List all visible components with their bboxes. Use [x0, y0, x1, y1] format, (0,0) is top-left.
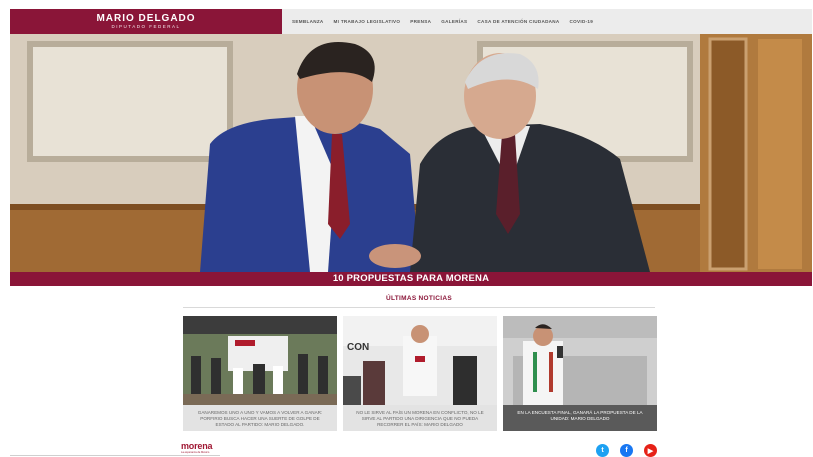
news-card-caption[interactable]: NO LE SIRVE AL PAÍS UN MORENA EN CONFLIC… — [343, 405, 497, 431]
top-navbar: MARIO DELGADO DIPUTADO FEDERAL SEMBLANZA… — [10, 9, 812, 34]
nav-item-prensa[interactable]: PRENSA — [410, 19, 431, 24]
news-card-caption[interactable]: EN LA ENCUESTA FINAL, GANARÁ LA PROPUEST… — [503, 405, 657, 431]
nav-item-casa-atencion[interactable]: CASA DE ATENCIÓN CIUDADANA — [477, 19, 559, 24]
news-card-image[interactable] — [183, 316, 337, 405]
news-card-caption[interactable]: GANAREMOS UNO A UNO Y VAMOS A VOLVER A G… — [183, 405, 337, 431]
svg-text:CON: CON — [347, 342, 369, 353]
hero-banner[interactable]: 10 PROPUESTAS PARA MORENA — [10, 272, 812, 286]
news-card-image[interactable]: CON — [343, 316, 497, 405]
nav-item-trabajo-legislativo[interactable]: MI TRABAJO LEGISLATIVO — [334, 19, 401, 24]
twitter-glyph: t — [601, 447, 604, 454]
news-card-image[interactable] — [503, 316, 657, 405]
news-card[interactable]: GANAREMOS UNO A UNO Y VAMOS A VOLVER A G… — [183, 316, 337, 431]
news-divider — [183, 307, 655, 308]
main-nav: SEMBLANZA MI TRABAJO LEGISLATIVO PRENSA … — [292, 9, 593, 34]
morena-logo[interactable]: morena — [181, 441, 213, 451]
youtube-icon[interactable]: ▶ — [644, 444, 657, 457]
hero-image[interactable] — [10, 34, 812, 272]
morena-logo-subtext: La esperanza de México — [181, 451, 210, 454]
brand-subtitle: DIPUTADO FEDERAL — [111, 24, 181, 29]
facebook-glyph: f — [625, 447, 628, 454]
twitter-icon[interactable]: t — [596, 444, 609, 457]
news-card[interactable]: CON NO LE SIRVE AL PAÍS UN MORENA EN CON… — [343, 316, 497, 431]
site-logo[interactable]: MARIO DELGADO DIPUTADO FEDERAL — [10, 9, 282, 34]
news-card[interactable]: EN LA ENCUESTA FINAL, GANARÁ LA PROPUEST… — [503, 316, 657, 431]
news-heading: ÚLTIMAS NOTICIAS — [385, 295, 453, 302]
brand-name: MARIO DELGADO — [96, 13, 196, 24]
facebook-icon[interactable]: f — [620, 444, 633, 457]
footer-divider — [10, 455, 220, 456]
nav-item-covid[interactable]: COVID-19 — [570, 19, 594, 24]
nav-item-semblanza[interactable]: SEMBLANZA — [292, 19, 324, 24]
nav-item-galerias[interactable]: GALERÍAS — [441, 19, 467, 24]
youtube-glyph: ▶ — [647, 447, 654, 455]
